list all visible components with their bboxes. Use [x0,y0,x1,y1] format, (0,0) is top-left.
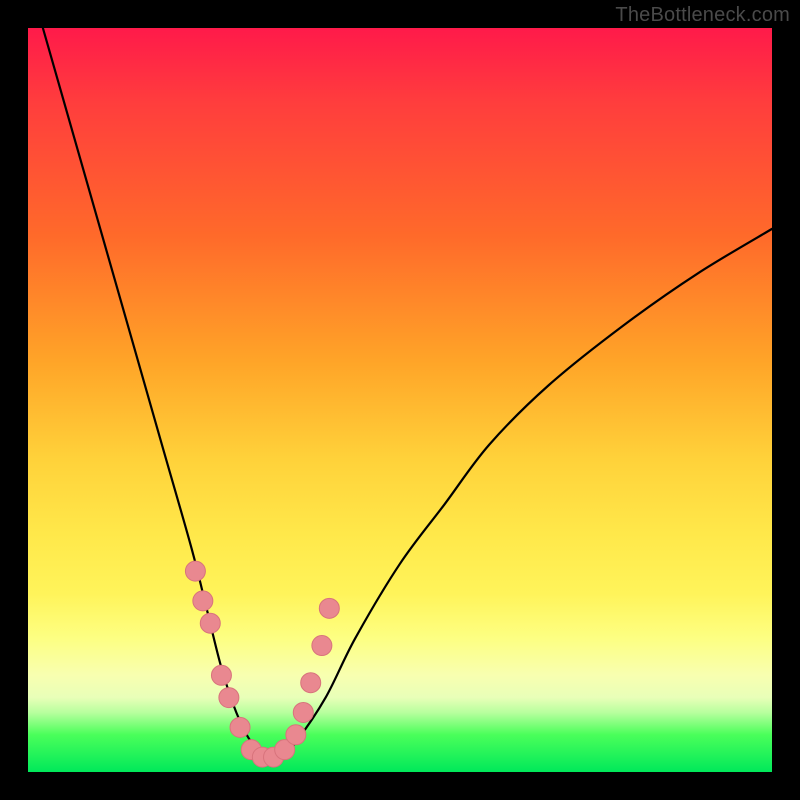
curve-svg [28,28,772,772]
highlight-dot [286,725,306,745]
bottleneck-curve [43,28,772,759]
highlight-dot [312,636,332,656]
highlight-dot [293,702,313,722]
chart-frame: TheBottleneck.com [0,0,800,800]
plot-area [28,28,772,772]
highlight-dot [185,561,205,581]
watermark-text: TheBottleneck.com [615,4,790,27]
highlight-dot [193,591,213,611]
highlight-dot [301,673,321,693]
highlight-dot [319,598,339,618]
highlight-dot [211,665,231,685]
highlight-dot [230,717,250,737]
marker-group [185,561,339,767]
highlight-dot [200,613,220,633]
highlight-dot [219,688,239,708]
